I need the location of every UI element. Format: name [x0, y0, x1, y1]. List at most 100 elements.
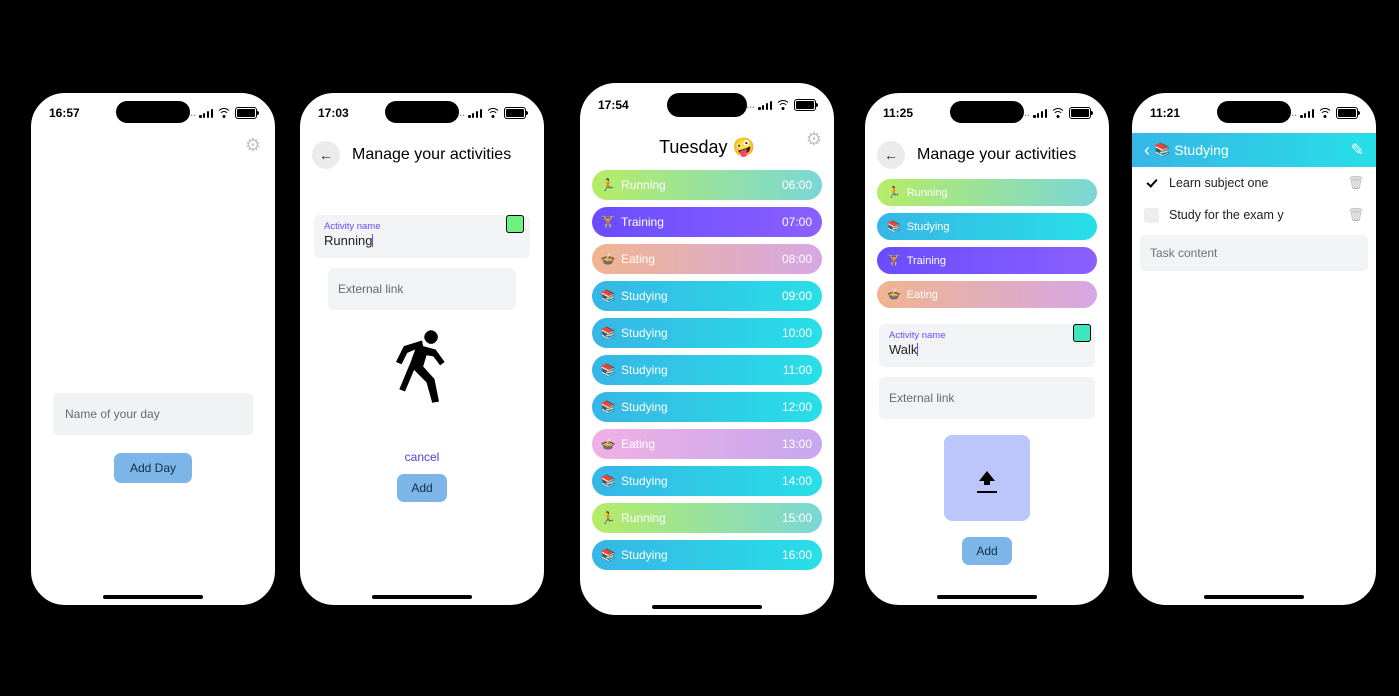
activity-time: 10:00: [782, 326, 812, 340]
activity-name-label: Activity name: [889, 330, 1085, 341]
schedule-row[interactable]: 🏋️ Training 07:00: [592, 207, 822, 237]
gear-icon[interactable]: ⚙: [245, 135, 261, 156]
activity-name: Studying: [907, 221, 950, 233]
task-label: Study for the exam y: [1169, 208, 1284, 222]
activity-time: 06:00: [782, 178, 812, 192]
task-checkbox[interactable]: [1144, 176, 1159, 191]
schedule-row[interactable]: 📚 Studying 16:00: [592, 540, 822, 570]
add-button[interactable]: Add: [397, 474, 446, 502]
page-title: Manage your activities: [352, 146, 511, 164]
activity-icon: 📚: [600, 547, 616, 563]
activity-name: Studying: [621, 474, 668, 488]
day-name-input[interactable]: Name of your day: [53, 393, 253, 435]
add-day-button[interactable]: Add Day: [114, 453, 192, 483]
activity-name: Eating: [621, 252, 655, 266]
activity-icon: 📚: [600, 325, 616, 341]
schedule-row[interactable]: 📚 Studying 10:00: [592, 318, 822, 348]
page-title: Studying: [1174, 142, 1228, 158]
activity-name: Studying: [621, 289, 668, 303]
activity-chip[interactable]: 🍲 Eating: [877, 281, 1097, 308]
cancel-button[interactable]: cancel: [300, 450, 544, 464]
back-button[interactable]: ←: [877, 141, 905, 169]
activity-icon: 🏃: [600, 510, 616, 526]
activity-name: Training: [621, 215, 664, 229]
activity-time: 08:00: [782, 252, 812, 266]
activity-icon: 📚: [600, 288, 616, 304]
status-time: 16:57: [49, 106, 80, 120]
color-picker[interactable]: [506, 215, 524, 233]
activity-icon: 🏃: [600, 177, 616, 193]
task-checkbox[interactable]: [1144, 208, 1159, 223]
activity-name: Running: [621, 511, 666, 525]
activity-time: 16:00: [782, 548, 812, 562]
task-row: Study for the exam y 🗑: [1132, 199, 1376, 231]
activity-icon: 🍲: [887, 288, 901, 301]
activity-name: Studying: [621, 548, 668, 562]
activity-name: Eating: [907, 289, 938, 301]
schedule-row[interactable]: 🏃 Running 06:00: [592, 170, 822, 200]
activity-name-input[interactable]: Walk: [889, 342, 918, 357]
schedule-row[interactable]: 🍲 Eating 13:00: [592, 429, 822, 459]
activity-name: Running: [907, 187, 948, 199]
status-icons: …: [187, 107, 257, 119]
status-time: 11:25: [883, 106, 913, 120]
activity-name: Studying: [621, 363, 668, 377]
books-icon: 📚: [1154, 142, 1170, 158]
activity-name-label: Activity name: [324, 221, 520, 232]
activity-chip[interactable]: 🏋️Training: [877, 247, 1097, 274]
activity-name: Eating: [621, 437, 655, 451]
activity-time: 15:00: [782, 511, 812, 525]
task-row: Learn subject one 🗑: [1132, 167, 1376, 199]
status-time: 11:21: [1150, 106, 1180, 120]
activity-icon: 🏋️: [887, 254, 901, 267]
trash-icon[interactable]: 🗑: [1347, 175, 1364, 191]
activity-time: 13:00: [782, 437, 812, 451]
status-icons: …: [1021, 107, 1091, 119]
day-title: Tuesday 🤪: [580, 137, 834, 158]
activity-name: Studying: [621, 400, 668, 414]
activity-name: Running: [621, 178, 666, 192]
activity-time: 09:00: [782, 289, 812, 303]
schedule-row[interactable]: 🏃 Running 15:00: [592, 503, 822, 533]
activity-icon: 📚: [600, 473, 616, 489]
status-icons: …: [456, 107, 526, 119]
activity-icon: 📚: [887, 220, 901, 233]
activity-time: 12:00: [782, 400, 812, 414]
edit-pencil-icon[interactable]: ✎: [1351, 140, 1364, 160]
task-content-input[interactable]: Task content: [1140, 235, 1368, 271]
activity-time: 14:00: [782, 474, 812, 488]
schedule-row[interactable]: 📚 Studying 12:00: [592, 392, 822, 422]
add-button[interactable]: Add: [962, 537, 1011, 565]
status-time: 17:54: [598, 98, 629, 112]
activity-time: 11:00: [783, 363, 812, 377]
external-link-input[interactable]: External link: [328, 268, 516, 310]
task-label: Learn subject one: [1169, 176, 1268, 190]
schedule-row[interactable]: 📚 Studying 11:00: [592, 355, 822, 385]
schedule-row[interactable]: 📚 Studying 09:00: [592, 281, 822, 311]
activity-name-input[interactable]: Running: [324, 233, 373, 248]
back-button[interactable]: ←: [312, 141, 340, 169]
status-icons: …: [1288, 107, 1358, 119]
back-chevron-icon[interactable]: ‹: [1144, 140, 1150, 161]
page-title: Manage your activities: [917, 146, 1076, 164]
activity-chip[interactable]: 🏃 Running: [877, 179, 1097, 206]
activity-time: 07:00: [782, 215, 812, 229]
activity-icon: 🏋️: [600, 214, 616, 230]
activity-icon: 🏃: [887, 186, 901, 199]
upload-image-button[interactable]: [944, 435, 1030, 521]
activity-icon: 📚: [600, 399, 616, 415]
external-link-input[interactable]: External link: [879, 377, 1095, 419]
schedule-row[interactable]: 📚 Studying 14:00: [592, 466, 822, 496]
schedule-row[interactable]: 🍲 Eating 08:00: [592, 244, 822, 274]
activity-chip[interactable]: 📚 Studying: [877, 213, 1097, 240]
color-picker[interactable]: [1073, 324, 1091, 342]
activity-icon: 🍲: [600, 251, 616, 267]
trash-icon[interactable]: 🗑: [1347, 207, 1364, 223]
gear-icon[interactable]: ⚙: [806, 129, 822, 150]
activity-image: [388, 324, 456, 434]
activity-icon: 🍲: [600, 436, 616, 452]
status-icons: …: [746, 99, 816, 111]
activity-name: Studying: [621, 326, 668, 340]
status-time: 17:03: [318, 106, 349, 120]
activity-icon: 📚: [600, 362, 616, 378]
